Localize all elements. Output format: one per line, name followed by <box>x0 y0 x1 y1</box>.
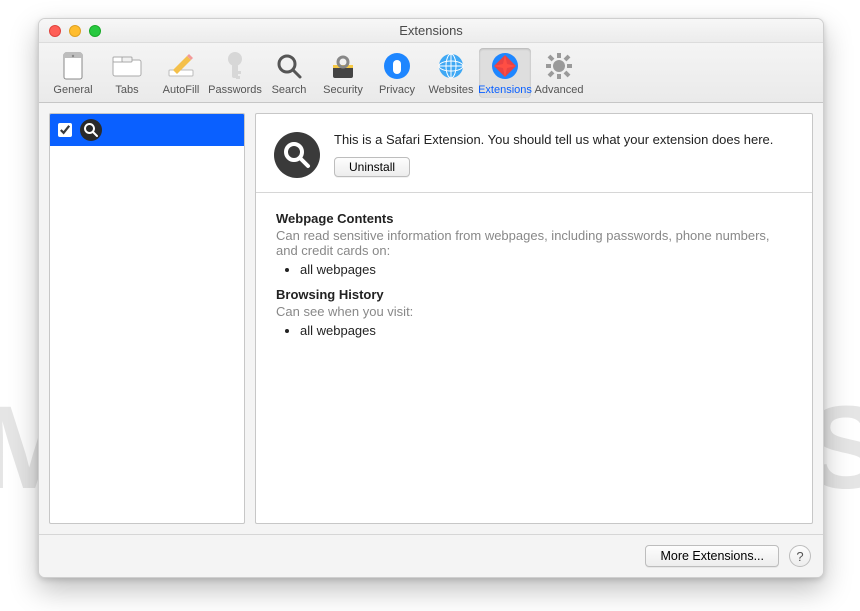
autofill-icon <box>165 50 197 82</box>
websites-icon <box>435 50 467 82</box>
extensions-sidebar <box>49 113 245 524</box>
toolbar-item-label: Privacy <box>379 84 415 96</box>
toolbar-item-extensions[interactable]: Extensions <box>479 48 531 98</box>
toolbar-item-security[interactable]: Security <box>317 48 369 98</box>
extension-enable-checkbox[interactable] <box>58 123 72 137</box>
toolbar-item-passwords[interactable]: Passwords <box>209 48 261 98</box>
toolbar-item-label: AutoFill <box>163 84 200 96</box>
passwords-icon <box>219 50 251 82</box>
browsing-history-text: Can see when you visit: <box>276 304 792 319</box>
toolbar-item-search[interactable]: Search <box>263 48 315 98</box>
webpage-contents-heading: Webpage Contents <box>276 211 792 226</box>
browsing-history-bullet: all webpages <box>300 323 792 338</box>
extension-list-item[interactable] <box>50 114 244 146</box>
webpage-contents-bullet: all webpages <box>300 262 792 277</box>
privacy-icon <box>381 50 413 82</box>
extension-permissions: Webpage Contents Can read sensitive info… <box>256 193 812 364</box>
toolbar-item-advanced[interactable]: Advanced <box>533 48 585 98</box>
window-footer: More Extensions... ? <box>39 534 823 577</box>
toolbar-item-label: Websites <box>428 84 473 96</box>
toolbar-item-label: Tabs <box>115 84 138 96</box>
help-button[interactable]: ? <box>789 545 811 567</box>
toolbar-item-websites[interactable]: Websites <box>425 48 477 98</box>
extension-description: This is a Safari Extension. You should t… <box>334 132 773 147</box>
toolbar-item-label: Passwords <box>208 84 262 96</box>
search-icon <box>273 50 305 82</box>
toolbar-item-label: Advanced <box>535 84 584 96</box>
content-area: This is a Safari Extension. You should t… <box>39 103 823 534</box>
magnifier-icon <box>274 132 320 178</box>
general-icon <box>57 50 89 82</box>
extensions-icon <box>489 50 521 82</box>
toolbar-item-label: Security <box>323 84 363 96</box>
toolbar-item-privacy[interactable]: Privacy <box>371 48 423 98</box>
preferences-toolbar: General Tabs AutoFill Passwords <box>39 43 823 103</box>
security-icon <box>327 50 359 82</box>
window-title: Extensions <box>39 23 823 38</box>
toolbar-item-general[interactable]: General <box>47 48 99 98</box>
magnifier-icon <box>80 119 102 141</box>
uninstall-button[interactable]: Uninstall <box>334 157 410 177</box>
advanced-icon <box>543 50 575 82</box>
more-extensions-button[interactable]: More Extensions... <box>645 545 779 567</box>
toolbar-item-tabs[interactable]: Tabs <box>101 48 153 98</box>
browsing-history-heading: Browsing History <box>276 287 792 302</box>
toolbar-item-autofill[interactable]: AutoFill <box>155 48 207 98</box>
tabs-icon <box>111 50 143 82</box>
toolbar-item-label: Search <box>272 84 307 96</box>
preferences-window: Extensions General Tabs AutoFill <box>38 18 824 578</box>
toolbar-item-label: Extensions <box>478 84 532 96</box>
titlebar: Extensions <box>39 19 823 43</box>
webpage-contents-text: Can read sensitive information from webp… <box>276 228 792 258</box>
extension-details: This is a Safari Extension. You should t… <box>255 113 813 524</box>
toolbar-item-label: General <box>53 84 92 96</box>
